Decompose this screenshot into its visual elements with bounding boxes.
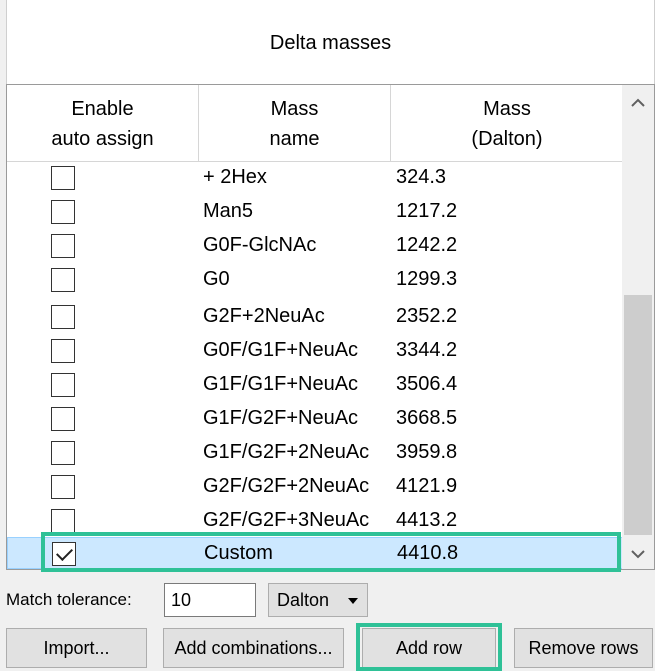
table-row[interactable]: G0 1299.3 — [7, 264, 623, 296]
table-row[interactable]: G1F/G2F+2NeuAc 3959.8 — [7, 437, 623, 469]
auto-assign-checkbox[interactable] — [51, 509, 75, 533]
add-row-highlight — [356, 623, 502, 671]
mass-name-cell[interactable]: G1F/G1F+NeuAc — [203, 373, 358, 396]
caret-down-icon — [347, 592, 359, 613]
mass-value-cell[interactable]: 3668.5 — [396, 407, 457, 430]
mass-name-cell[interactable]: G2F/G2F+2NeuAc — [203, 475, 369, 498]
header-mass-dalton[interactable]: Mass (Dalton) — [391, 85, 623, 162]
auto-assign-checkbox[interactable] — [51, 441, 75, 465]
header-enable-auto-assign[interactable]: Enable auto assign — [7, 85, 199, 162]
mass-value-cell[interactable]: 1299.3 — [396, 268, 457, 291]
mass-name-cell[interactable]: G2F+2NeuAc — [203, 305, 325, 328]
mass-name-cell[interactable]: Man5 — [203, 200, 253, 223]
mass-name-cell[interactable]: G1F/G2F+NeuAc — [203, 407, 358, 430]
mass-value-cell[interactable]: 1242.2 — [396, 234, 457, 257]
auto-assign-checkbox[interactable] — [51, 234, 75, 258]
mass-value-cell[interactable]: 324.3 — [396, 166, 446, 189]
match-tolerance-label: Match tolerance: — [6, 590, 132, 609]
panel-header: Delta masses — [6, 0, 655, 84]
selected-row-highlight — [41, 532, 621, 572]
table-row[interactable]: G0F-GlcNAc 1242.2 — [7, 230, 623, 262]
table-row[interactable]: G2F+2NeuAc 2352.2 — [7, 301, 623, 333]
mass-name-cell[interactable]: G1F/G2F+2NeuAc — [203, 441, 369, 464]
table-header: Enable auto assign Mass name Mass (Dalto… — [7, 85, 623, 162]
mass-value-cell[interactable]: 3344.2 — [396, 339, 457, 362]
tolerance-unit-value: Dalton — [277, 590, 330, 610]
auto-assign-checkbox[interactable] — [51, 305, 75, 329]
remove-rows-button[interactable]: Remove rows — [514, 628, 653, 668]
table-row[interactable]: + 2Hex 324.3 — [7, 162, 623, 194]
vertical-scrollbar[interactable] — [622, 85, 654, 569]
table-row[interactable]: G1F/G2F+NeuAc 3668.5 — [7, 403, 623, 435]
mass-name-cell[interactable]: G0 — [203, 268, 230, 291]
mass-value-cell[interactable]: 4413.2 — [396, 509, 457, 532]
auto-assign-checkbox[interactable] — [51, 166, 75, 190]
tolerance-unit-select[interactable]: Dalton — [268, 583, 368, 617]
import-button[interactable]: Import... — [6, 628, 147, 668]
mass-value-cell[interactable]: 3506.4 — [396, 373, 457, 396]
table-row[interactable]: G2F/G2F+2NeuAc 4121.9 — [7, 471, 623, 503]
table-row[interactable]: G0F/G1F+NeuAc 3344.2 — [7, 335, 623, 367]
table-row[interactable]: G1F/G1F+NeuAc 3506.4 — [7, 369, 623, 401]
mass-name-cell[interactable]: + 2Hex — [203, 166, 267, 189]
mass-name-cell[interactable]: G2F/G2F+3NeuAc — [203, 509, 369, 532]
panel-title: Delta masses — [269, 32, 392, 54]
header-mass-name[interactable]: Mass name — [199, 85, 391, 162]
add-combinations-button[interactable]: Add combinations... — [163, 628, 344, 668]
auto-assign-checkbox[interactable] — [51, 475, 75, 499]
auto-assign-checkbox[interactable] — [51, 339, 75, 363]
mass-name-cell[interactable]: G0F/G1F+NeuAc — [203, 339, 358, 362]
chevron-down-icon[interactable] — [622, 539, 654, 569]
scroll-thumb[interactable] — [624, 295, 652, 535]
mass-value-cell[interactable]: 2352.2 — [396, 305, 457, 328]
auto-assign-checkbox[interactable] — [51, 373, 75, 397]
auto-assign-checkbox[interactable] — [51, 407, 75, 431]
auto-assign-checkbox[interactable] — [51, 268, 75, 292]
mass-value-cell[interactable]: 3959.8 — [396, 441, 457, 464]
mass-value-cell[interactable]: 4121.9 — [396, 475, 457, 498]
chevron-up-icon[interactable] — [622, 89, 654, 117]
mass-name-cell[interactable]: G0F-GlcNAc — [203, 234, 316, 257]
match-tolerance-input[interactable] — [164, 583, 256, 617]
mass-value-cell[interactable]: 1217.2 — [396, 200, 457, 223]
auto-assign-checkbox[interactable] — [51, 200, 75, 224]
delta-masses-table: Enable auto assign Mass name Mass (Dalto… — [6, 84, 655, 570]
table-row[interactable]: Man5 1217.2 — [7, 196, 623, 228]
